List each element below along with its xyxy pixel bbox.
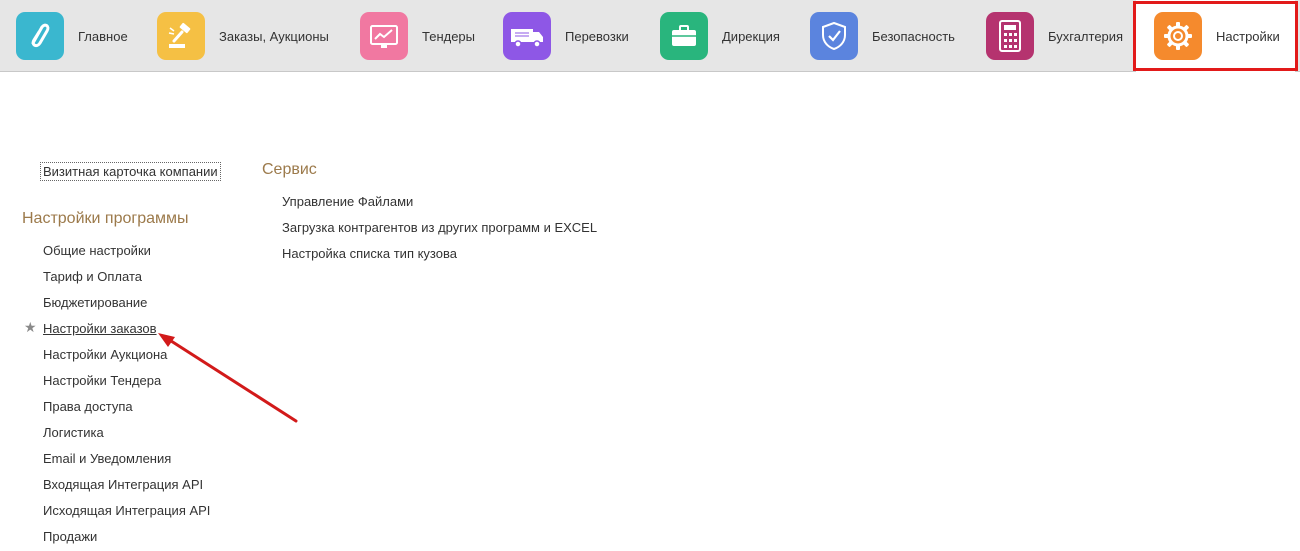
tab-main[interactable]: Главное <box>16 0 128 72</box>
briefcase-icon <box>660 12 708 60</box>
tab-tenders-label: Тендеры <box>422 28 476 44</box>
company-card-link[interactable]: Визитная карточка компании <box>40 162 221 181</box>
tab-directorate-label: Дирекция <box>722 28 780 44</box>
import-contractors-link[interactable]: Загрузка контрагентов из других программ… <box>282 220 597 235</box>
top-navigation-bar: Главное Заказы, Аукционы Тендеры Перевоз… <box>0 0 1300 72</box>
swirl-logo-icon <box>16 12 64 60</box>
service-title: Сервис <box>262 161 317 178</box>
incoming-api-link[interactable]: Входящая Интеграция API <box>43 477 203 492</box>
truck-icon <box>503 12 551 60</box>
tab-settings[interactable]: Настройки <box>1136 0 1295 72</box>
favorite-star-icon[interactable]: ★ <box>24 319 37 336</box>
tab-tenders[interactable]: Тендеры <box>360 0 475 72</box>
tab-accounting-label: Бухгалтерия <box>1048 28 1124 44</box>
calculator-icon <box>986 12 1034 60</box>
tab-accounting[interactable]: Бухгалтерия <box>986 0 1123 72</box>
access-rights-link[interactable]: Права доступа <box>43 399 133 414</box>
tab-settings-label: Настройки <box>1216 28 1280 44</box>
tab-orders-auctions[interactable]: Заказы, Аукционы <box>157 0 329 72</box>
shield-check-icon <box>810 12 858 60</box>
file-management-link[interactable]: Управление Файлами <box>282 194 413 209</box>
gear-icon <box>1154 12 1202 60</box>
tab-transportation-label: Перевозки <box>565 28 629 44</box>
tab-security-label: Безопасность <box>872 28 955 44</box>
auction-settings-link[interactable]: Настройки Аукциона <box>43 347 167 362</box>
email-notifications-link[interactable]: Email и Уведомления <box>43 451 171 466</box>
program-settings-title: Настройки программы <box>22 210 189 227</box>
budgeting-link[interactable]: Бюджетирование <box>43 295 147 310</box>
tab-orders-auctions-label: Заказы, Аукционы <box>219 28 329 44</box>
tab-directorate[interactable]: Дирекция <box>660 0 780 72</box>
body-type-list-link[interactable]: Настройка списка тип кузова <box>282 246 457 261</box>
annotation-arrow <box>158 333 298 423</box>
logistics-link[interactable]: Логистика <box>43 425 104 440</box>
tender-settings-link[interactable]: Настройки Тендера <box>43 373 161 388</box>
order-settings-link[interactable]: Настройки заказов <box>43 321 157 336</box>
tab-main-label: Главное <box>78 28 128 44</box>
gavel-icon <box>157 12 205 60</box>
line-chart-monitor-icon <box>360 12 408 60</box>
tariff-payment-link[interactable]: Тариф и Оплата <box>43 269 142 284</box>
outgoing-api-link[interactable]: Исходящая Интеграция API <box>43 503 210 518</box>
general-settings-link[interactable]: Общие настройки <box>43 243 151 258</box>
tab-transportation[interactable]: Перевозки <box>503 0 629 72</box>
sales-link[interactable]: Продажи <box>43 529 97 544</box>
tab-security[interactable]: Безопасность <box>810 0 955 72</box>
